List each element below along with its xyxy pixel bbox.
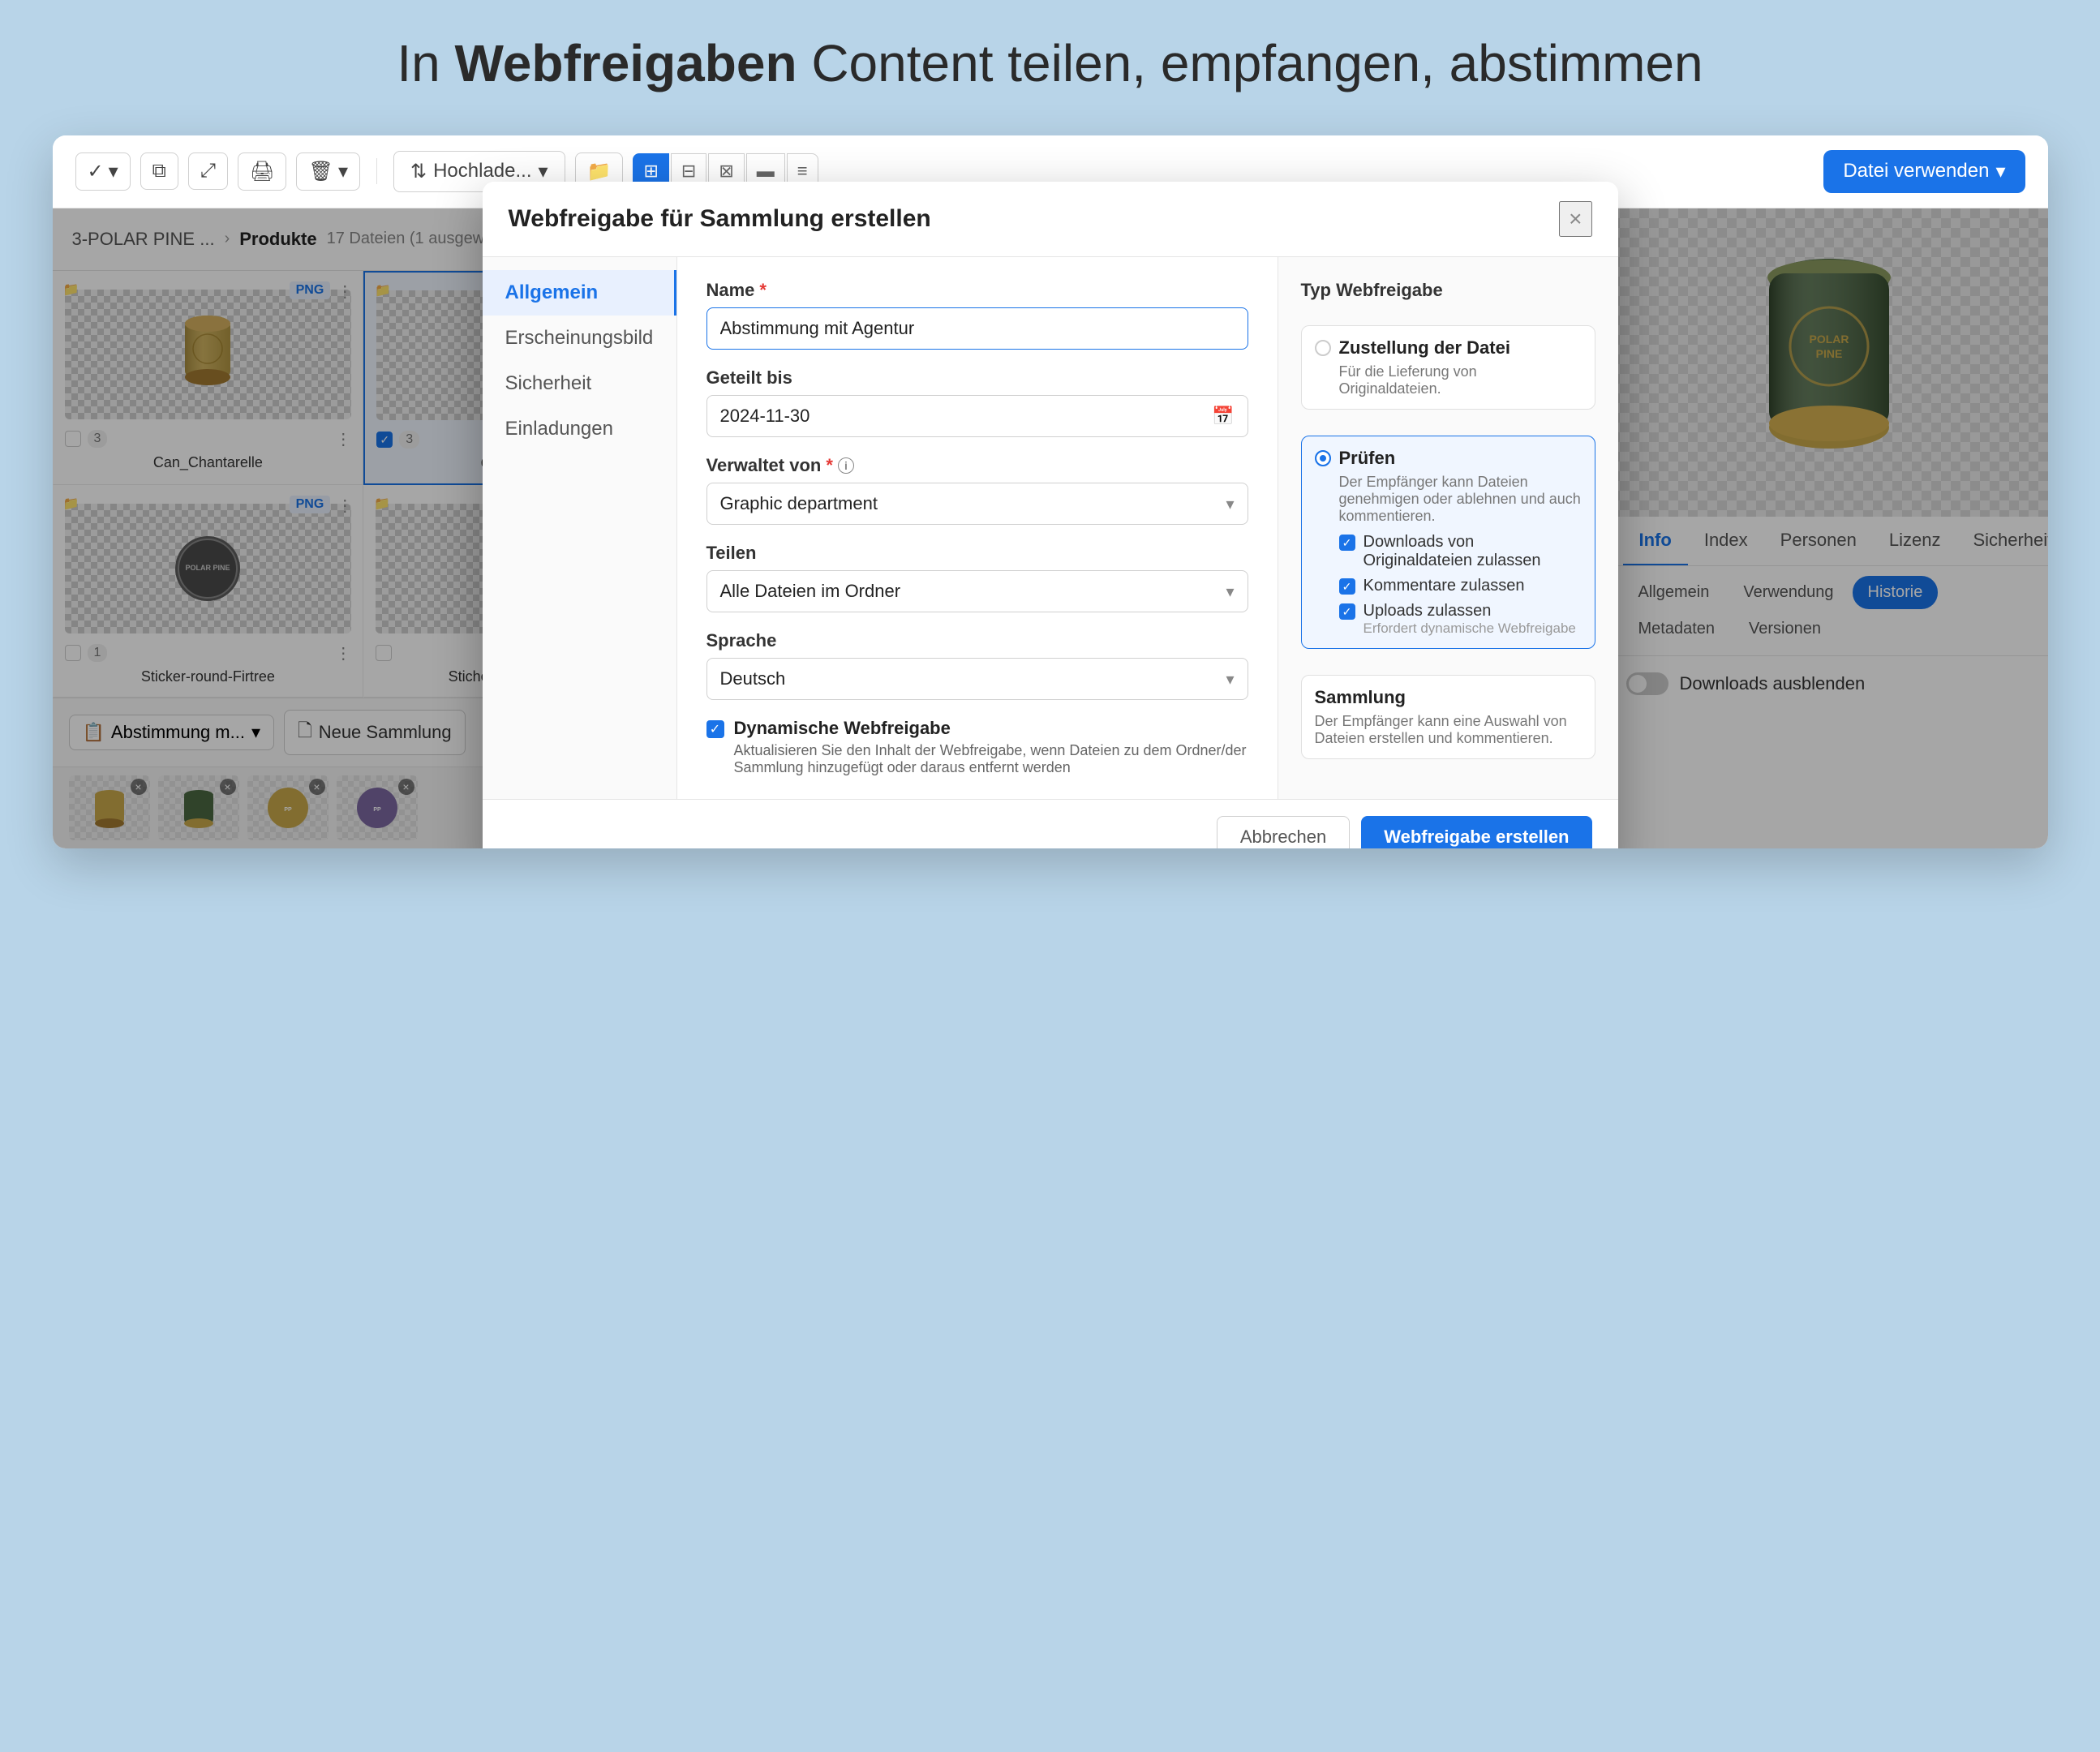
typ-option-pruefen[interactable]: Prüfen Der Empfänger kann Dateien genehm… [1301,436,1595,649]
dynamic-content: Dynamische Webfreigabe Aktualisieren Sie… [734,718,1248,776]
form-date-field: Geteilt bis 2024-11-30 📅 [706,367,1248,437]
dynamic-desc: Aktualisieren Sie den Inhalt der Webfrei… [734,742,1248,776]
modal-right: Typ Webfreigabe Zustellung der Datei Für… [1278,257,1618,799]
typ-desc-1: Für die Lieferung von Originaldateien. [1339,363,1582,397]
uploads-content: Uploads zulassen Erfordert dynamische We… [1363,602,1576,637]
cancel-btn[interactable]: Abbrechen [1217,816,1350,848]
typ-name-1: Zustellung der Datei [1339,337,1510,359]
delete-btn[interactable]: 🗑 ▾ [296,152,360,191]
print-icon: 🖨 [250,160,274,183]
create-btn[interactable]: Webfreigabe erstellen [1361,816,1591,848]
checkbox-uploads[interactable]: ✓ Uploads zulassen Erfordert dynamische … [1339,602,1582,637]
checkbox-kommentare[interactable]: ✓ Kommentare zulassen [1339,577,1582,595]
toolbar-sep-1 [376,158,377,184]
folder-icon: 📁 [587,160,612,183]
dynamic-label: Dynamische Webfreigabe [734,718,1248,739]
modal-nav-allgemein[interactable]: Allgemein [483,270,676,316]
typ-name-2: Prüfen [1339,448,1396,469]
trash-icon: 🗑 [308,160,333,183]
typ-radio-2 [1315,450,1331,466]
upload-chevron: ▾ [539,160,548,183]
typ-sammlung-desc: Der Empfänger kann eine Auswahl von Date… [1315,713,1582,747]
form-sprache-select[interactable]: Deutsch ▾ [706,658,1248,700]
form-sprache-field: Sprache Deutsch ▾ [706,630,1248,700]
modal-overlay[interactable]: Webfreigabe für Sammlung erstellen × All… [53,208,2048,848]
datei-btn[interactable]: Datei verwenden ▾ [1823,150,2025,193]
typ-option-header-2: Prüfen [1315,448,1582,469]
teilen-value: Alle Dateien im Ordner [720,581,901,602]
check-kommentare-label: Kommentare zulassen [1363,577,1525,595]
typ-option-header-1: Zustellung der Datei [1315,337,1582,359]
print-btn[interactable]: 🖨 [238,152,286,191]
delete-chevron: ▾ [338,160,348,183]
required-star-2: * [826,455,833,476]
typ-radio-1 [1315,340,1331,356]
datei-label: Datei verwenden [1843,160,1989,182]
form-name-input[interactable] [706,307,1248,350]
check-icon: ✓ [88,160,104,183]
form-sprache-label: Sprache [706,630,1248,651]
modal-header: Webfreigabe für Sammlung erstellen × [483,182,1618,257]
sprache-chevron: ▾ [1226,669,1234,689]
teilen-chevron: ▾ [1226,582,1234,602]
check-kommentare-box: ✓ [1339,578,1355,595]
verwaltet-value: Graphic department [720,493,878,514]
typ-sammlung-title: Sammlung [1315,687,1582,708]
form-teilen-select[interactable]: Alle Dateien im Ordner ▾ [706,570,1248,612]
check-uploads-label: Uploads zulassen [1363,602,1576,620]
check-downloads-box: ✓ [1339,535,1355,551]
modal-nav-einladungen[interactable]: Einladungen [483,406,676,452]
typ-sammlung[interactable]: Sammlung Der Empfänger kann eine Auswahl… [1301,675,1595,759]
modal-main: Name * Geteilt bis 2024-11-30 📅 [677,257,1278,799]
check-btn[interactable]: ✓ ▾ [75,152,131,191]
move-icon: ⤢ [200,160,216,182]
modal-title: Webfreigabe für Sammlung erstellen [509,205,931,233]
calendar-icon: 📅 [1212,406,1234,427]
datei-chevron: ▾ [1995,160,2005,183]
check-group: ✓ ▾ [75,152,131,191]
typ-title: Typ Webfreigabe [1301,280,1595,301]
modal-nav-erscheinungsbild[interactable]: Erscheinungsbild [483,316,676,361]
form-name-label: Name * [706,280,1248,301]
sprache-value: Deutsch [720,668,786,689]
check-chevron: ▾ [109,160,118,183]
info-icon[interactable]: i [838,457,854,474]
modal-body: Allgemein Erscheinungsbild Sicherheit Ei… [483,257,1618,799]
copy-btn[interactable]: ⧉ [140,152,178,190]
form-verwaltet-field: Verwaltet von * i Graphic department ▾ [706,455,1248,525]
checkbox-downloads[interactable]: ✓ Downloads von Originaldateien zulassen [1339,533,1582,570]
verwaltet-chevron: ▾ [1226,494,1234,514]
upload-label: Hochlade... [433,160,531,182]
sort-icon: ⇅ [410,160,427,183]
form-date-label: Geteilt bis [706,367,1248,389]
dynamic-check[interactable]: ✓ [706,720,724,738]
modal-sidebar: Allgemein Erscheinungsbild Sicherheit Ei… [483,257,677,799]
modal: Webfreigabe für Sammlung erstellen × All… [483,182,1618,848]
move-btn[interactable]: ⤢ [188,152,228,190]
form-teilen-field: Teilen Alle Dateien im Ordner ▾ [706,543,1248,612]
form-dynamic-row: ✓ Dynamische Webfreigabe Aktualisieren S… [706,718,1248,776]
modal-footer: Abbrechen Webfreigabe erstellen [483,799,1618,848]
form-teilen-label: Teilen [706,543,1248,564]
typ-desc-2: Der Empfänger kann Dateien genehmigen od… [1339,474,1582,525]
form-date-input[interactable]: 2024-11-30 📅 [706,395,1248,437]
modal-nav-sicherheit[interactable]: Sicherheit [483,361,676,406]
page-title: In Webfreigaben Content teilen, empfange… [397,32,1703,95]
date-value: 2024-11-30 [720,406,810,427]
form-name-field: Name * [706,280,1248,350]
main-layout: 3-POLAR PINE ... › Produkte 17 Dateien (… [53,208,2048,848]
required-star: * [759,280,767,301]
check-uploads-box: ✓ [1339,603,1355,620]
form-verwaltet-select[interactable]: Graphic department ▾ [706,483,1248,525]
typ-option-zustellung[interactable]: Zustellung der Datei Für die Lieferung v… [1301,325,1595,410]
check-uploads-desc: Erfordert dynamische Webfreigabe [1363,620,1576,637]
form-verwaltet-label: Verwaltet von * i [706,455,1248,476]
app-container: ✓ ▾ ⧉ ⤢ 🖨 🗑 ▾ ⇅ Hochlade... ▾ 📁 ⊞ ⊟ [53,135,2048,848]
copy-icon: ⧉ [152,160,166,182]
check-downloads-label: Downloads von Originaldateien zulassen [1363,533,1582,570]
modal-close-btn[interactable]: × [1559,201,1591,237]
